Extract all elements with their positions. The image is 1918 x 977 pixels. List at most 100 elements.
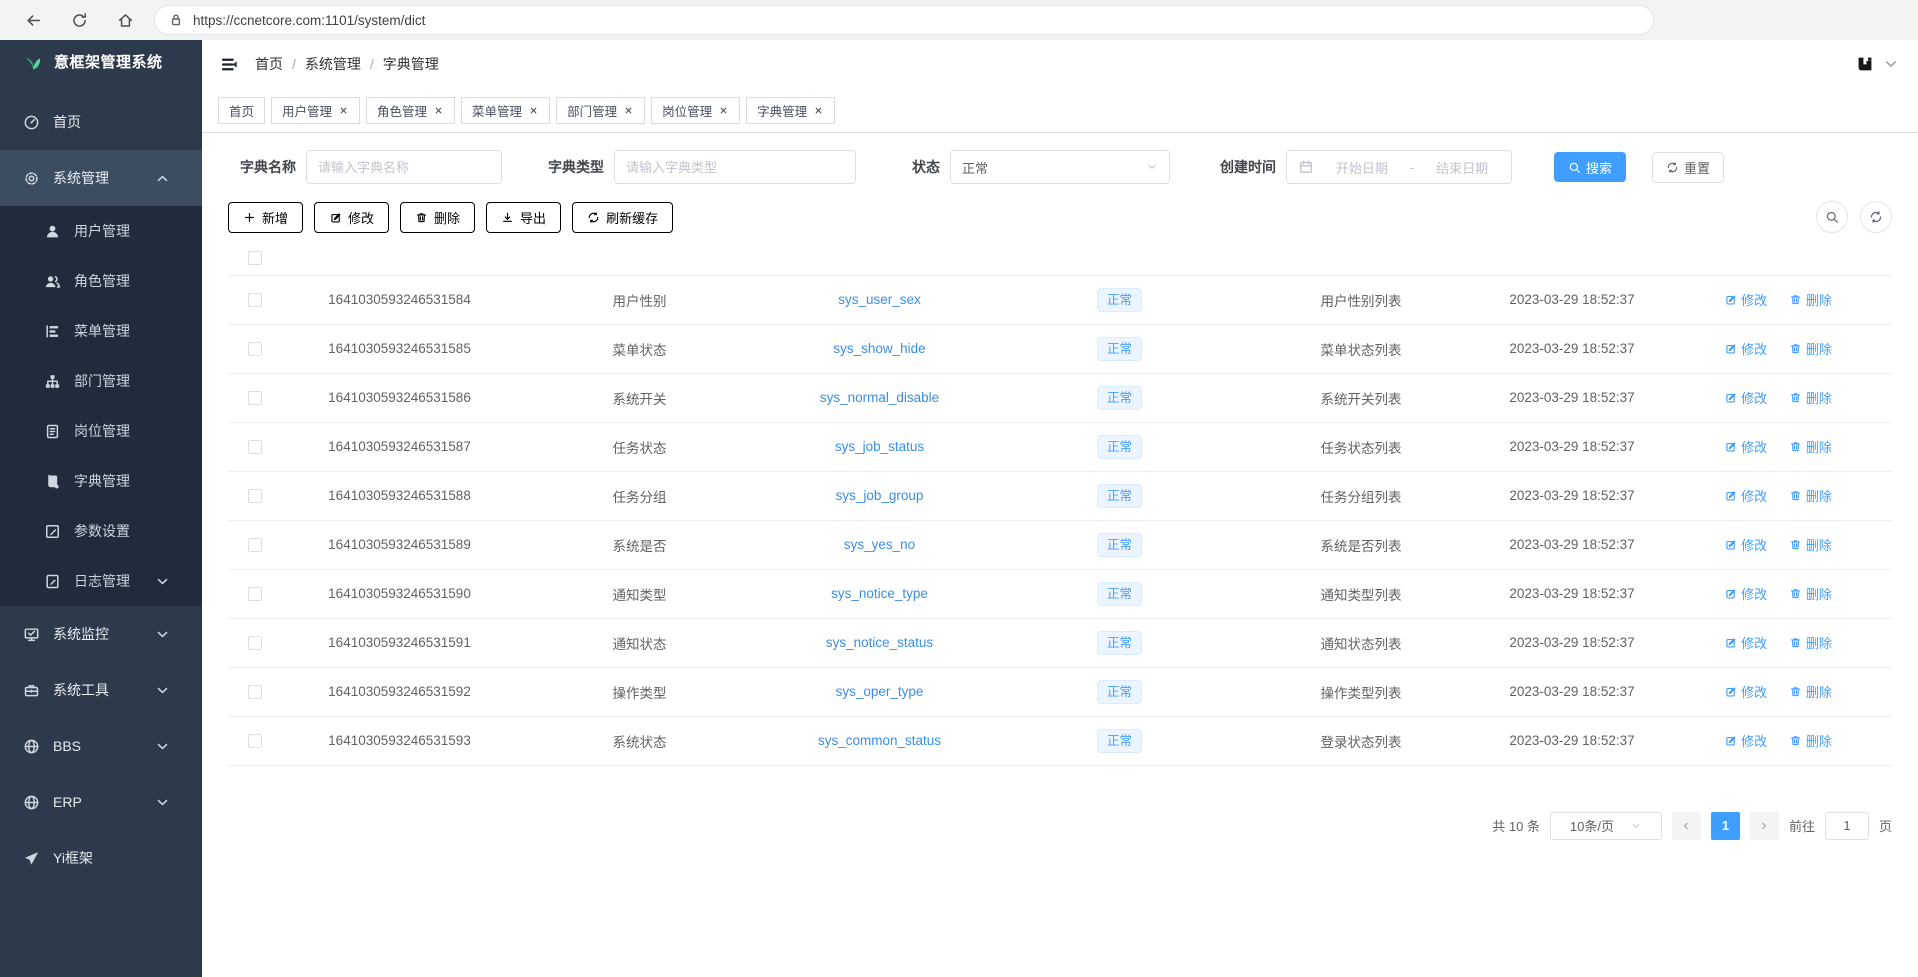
dict-name-input[interactable]	[318, 160, 490, 175]
dict-type-link[interactable]: sys_oper_type	[836, 684, 924, 699]
close-icon[interactable]	[338, 105, 349, 116]
address-bar[interactable]: https://ccnetcore.com:1101/system/dict	[154, 5, 1654, 35]
sidebar-item[interactable]: 首页	[0, 94, 202, 150]
row-checkbox[interactable]	[248, 489, 262, 503]
toolbar-button[interactable]: 删除	[400, 202, 475, 233]
search-button[interactable]: 搜索	[1554, 152, 1626, 182]
tab[interactable]: 菜单管理	[461, 97, 550, 124]
dict-type-input[interactable]	[626, 160, 844, 175]
breadcrumb-item[interactable]: / 系统管理	[283, 54, 361, 74]
start-date-placeholder[interactable]: 开始日期	[1324, 158, 1400, 177]
delete-row-link[interactable]: 删除	[1789, 486, 1832, 505]
current-page-button[interactable]: 1	[1711, 812, 1740, 840]
sidebar-subitem[interactable]: 用户管理	[0, 206, 202, 256]
row-checkbox[interactable]	[248, 538, 262, 552]
edit-row-link[interactable]: 修改	[1724, 633, 1767, 652]
edit-row-link[interactable]: 修改	[1724, 535, 1767, 554]
tab[interactable]: 首页	[218, 97, 265, 124]
sidebar-subitem[interactable]: 字典管理	[0, 456, 202, 506]
end-date-placeholder[interactable]: 结束日期	[1424, 158, 1500, 177]
sidebar-subitem[interactable]: 参数设置	[0, 506, 202, 556]
url-text[interactable]: https://ccnetcore.com:1101/system/dict	[193, 13, 1521, 28]
toolbar-button[interactable]: 导出	[486, 202, 561, 233]
close-icon[interactable]	[623, 105, 634, 116]
page-size-select[interactable]: 10条/页	[1550, 812, 1662, 840]
prev-page-button[interactable]	[1672, 812, 1701, 840]
edit-row-link[interactable]: 修改	[1724, 339, 1767, 358]
dict-type-link[interactable]: sys_job_group	[836, 488, 924, 503]
toolbar-button[interactable]: 修改	[314, 202, 389, 233]
row-checkbox[interactable]	[248, 342, 262, 356]
sidebar-subitem[interactable]: 角色管理	[0, 256, 202, 306]
sidebar-subitem[interactable]: 部门管理	[0, 356, 202, 406]
edit-row-link[interactable]: 修改	[1724, 731, 1767, 750]
sidebar-item[interactable]: Yi框架	[0, 830, 202, 886]
sidebar-subitem[interactable]: 岗位管理	[0, 406, 202, 456]
tab[interactable]: 用户管理	[271, 97, 360, 124]
sidebar-item[interactable]: BBS	[0, 718, 202, 774]
dict-type-link[interactable]: sys_user_sex	[838, 292, 921, 307]
collapse-sidebar-button[interactable]	[220, 55, 239, 74]
tab[interactable]: 部门管理	[556, 97, 645, 124]
breadcrumb-item[interactable]: / 字典管理	[361, 54, 439, 74]
edit-row-link[interactable]: 修改	[1724, 388, 1767, 407]
delete-row-link[interactable]: 删除	[1789, 388, 1832, 407]
tab[interactable]: 岗位管理	[651, 97, 740, 124]
edit-row-link[interactable]: 修改	[1724, 584, 1767, 603]
sidebar-subitem[interactable]: 菜单管理	[0, 306, 202, 356]
dict-type-link[interactable]: sys_show_hide	[833, 341, 925, 356]
user-avatar-logo[interactable]	[1856, 55, 1874, 73]
delete-row-link[interactable]: 删除	[1789, 731, 1832, 750]
toolbar-button[interactable]: 新增	[228, 202, 303, 233]
edit-row-link[interactable]: 修改	[1724, 486, 1767, 505]
date-range-picker[interactable]: 开始日期 - 结束日期	[1286, 150, 1512, 184]
select-all-checkbox[interactable]	[248, 251, 262, 265]
delete-row-link[interactable]: 删除	[1789, 290, 1832, 309]
delete-row-link[interactable]: 删除	[1789, 437, 1832, 456]
status-select[interactable]: 正常	[950, 150, 1170, 184]
row-checkbox[interactable]	[248, 391, 262, 405]
edit-row-link[interactable]: 修改	[1724, 290, 1767, 309]
close-icon[interactable]	[528, 105, 539, 116]
row-checkbox[interactable]	[248, 636, 262, 650]
delete-row-link[interactable]: 删除	[1789, 535, 1832, 554]
refresh-table-button[interactable]	[1860, 201, 1892, 233]
tab[interactable]: 字典管理	[746, 97, 835, 124]
delete-row-link[interactable]: 删除	[1789, 339, 1832, 358]
dict-type-link[interactable]: sys_notice_status	[826, 635, 933, 650]
row-checkbox[interactable]	[248, 587, 262, 601]
browser-nav-button[interactable]	[56, 4, 102, 36]
next-page-button[interactable]	[1750, 812, 1779, 840]
browser-nav-button[interactable]	[10, 4, 56, 36]
breadcrumb-item[interactable]: 首页	[255, 54, 283, 74]
browser-nav-button[interactable]	[102, 4, 148, 36]
goto-page-input[interactable]	[1825, 812, 1869, 840]
row-checkbox[interactable]	[248, 685, 262, 699]
edit-row-link[interactable]: 修改	[1724, 682, 1767, 701]
delete-row-link[interactable]: 删除	[1789, 584, 1832, 603]
row-checkbox[interactable]	[248, 440, 262, 454]
edit-row-link[interactable]: 修改	[1724, 437, 1767, 456]
toolbar-button[interactable]: 刷新缓存	[572, 202, 673, 233]
tab[interactable]: 角色管理	[366, 97, 455, 124]
sidebar-item[interactable]: 系统监控	[0, 606, 202, 662]
dict-type-link[interactable]: sys_notice_type	[831, 586, 928, 601]
sidebar-subitem[interactable]: 日志管理	[0, 556, 202, 606]
close-icon[interactable]	[813, 105, 824, 116]
dict-type-link[interactable]: sys_common_status	[818, 733, 941, 748]
dict-type-link[interactable]: sys_job_status	[835, 439, 924, 454]
sidebar-item[interactable]: 系统工具	[0, 662, 202, 718]
row-checkbox[interactable]	[248, 293, 262, 307]
delete-row-link[interactable]: 删除	[1789, 682, 1832, 701]
close-icon[interactable]	[718, 105, 729, 116]
dict-type-link[interactable]: sys_yes_no	[844, 537, 915, 552]
row-checkbox[interactable]	[248, 734, 262, 748]
close-icon[interactable]	[433, 105, 444, 116]
sidebar-item[interactable]: ERP	[0, 774, 202, 830]
show-search-button[interactable]	[1816, 201, 1848, 233]
delete-row-link[interactable]: 删除	[1789, 633, 1832, 652]
sidebar-item[interactable]: 系统管理	[0, 150, 202, 206]
reset-button[interactable]: 重置	[1652, 152, 1724, 183]
dict-type-link[interactable]: sys_normal_disable	[820, 390, 939, 405]
chevron-down-icon[interactable]	[1882, 55, 1900, 73]
